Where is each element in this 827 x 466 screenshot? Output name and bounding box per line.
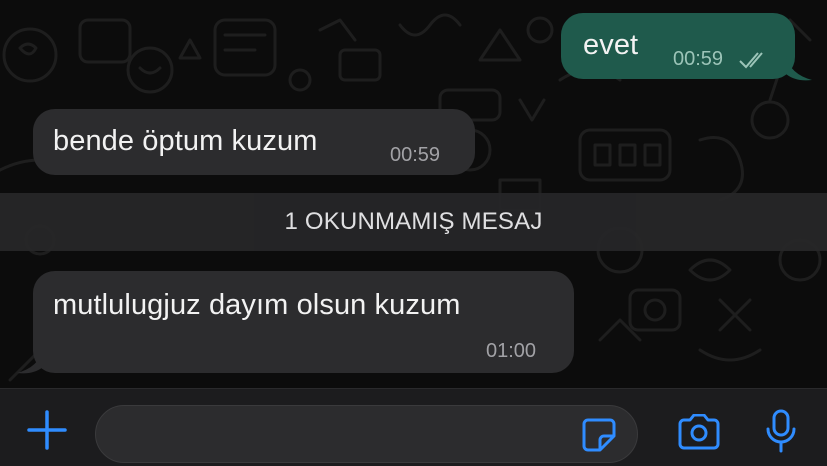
message-time: 01:00 xyxy=(486,340,537,362)
message-input[interactable] xyxy=(95,405,638,463)
sticker-icon[interactable] xyxy=(582,418,616,452)
message-bubble-incoming[interactable]: mutlulugjuz dayım olsun kuzum 01:00 xyxy=(33,271,574,373)
message-text: mutlulugjuz dayım olsun kuzum xyxy=(53,289,461,321)
unread-messages-label: 1 OKUNMAMIŞ MESAJ xyxy=(284,208,543,235)
double-check-icon xyxy=(739,52,763,69)
microphone-icon[interactable] xyxy=(764,409,798,453)
message-bubble-incoming[interactable]: bende öptum kuzum 00:59 xyxy=(33,109,475,175)
message-time: 00:59 xyxy=(673,48,724,70)
outgoing-bubble-tail xyxy=(786,56,812,81)
camera-icon[interactable] xyxy=(676,414,722,450)
message-text: evet xyxy=(583,29,639,61)
message-bubble-outgoing[interactable]: evet 00:59 xyxy=(561,13,795,79)
plus-icon[interactable] xyxy=(27,410,67,450)
message-input-bar xyxy=(0,388,827,466)
message-time: 00:59 xyxy=(390,144,441,166)
unread-messages-divider: 1 OKUNMAMIŞ MESAJ xyxy=(0,193,827,251)
incoming-bubble-tail xyxy=(17,349,43,374)
message-text: bende öptum kuzum xyxy=(53,125,318,157)
